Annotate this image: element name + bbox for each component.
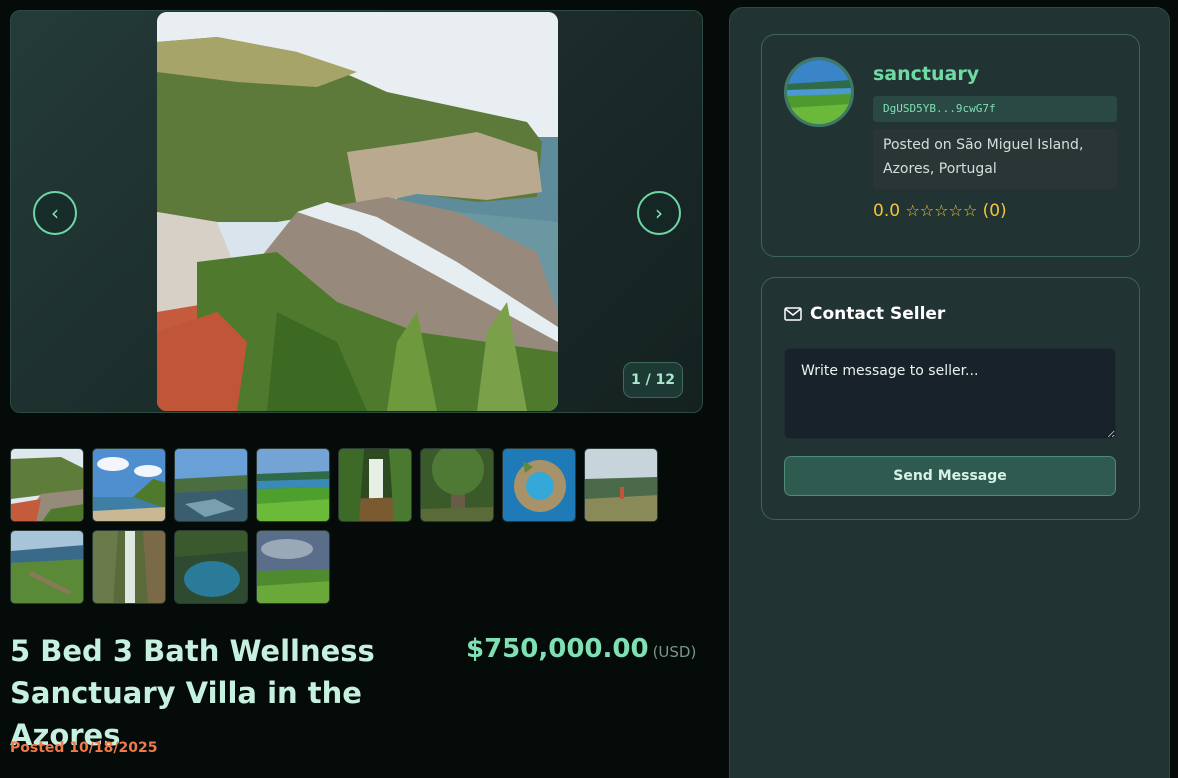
image-counter: 1 / 12 (623, 362, 683, 398)
contact-heading: Contact Seller (784, 304, 945, 324)
thumbnail-tide-pools-coast[interactable] (174, 448, 248, 522)
price-block: $750,000.00 (USD) (466, 634, 696, 664)
thumbnail-hiker-viewpoint[interactable] (584, 448, 658, 522)
seller-rating: 0.0 ☆☆☆☆☆ (0) (873, 201, 1007, 221)
previous-image-button[interactable]: ‹ (33, 191, 77, 235)
rating-stars-icon: ☆☆☆☆☆ (905, 201, 978, 220)
next-image-button[interactable]: › (637, 191, 681, 235)
thumbnail-green-coast-sky[interactable] (92, 448, 166, 522)
sidebar-panel: sanctuary DgUSD5YB...9cwG7f Posted on Sã… (729, 7, 1170, 778)
main-listing-photo[interactable] (157, 12, 558, 411)
seller-card: sanctuary DgUSD5YB...9cwG7f Posted on Sã… (761, 34, 1140, 257)
seller-avatar[interactable] (784, 57, 854, 127)
contact-seller-card: Contact Seller Send Message (761, 277, 1140, 520)
envelope-icon (784, 307, 802, 321)
image-carousel: ‹ › 1 / 12 (10, 10, 703, 413)
seller-name[interactable]: sanctuary (873, 63, 979, 85)
message-input[interactable] (784, 348, 1116, 439)
thumbnail-green-crater-lake[interactable] (256, 448, 330, 522)
rating-count: (0) (982, 201, 1007, 221)
posted-date: Posted 10/18/2025 (10, 740, 158, 756)
listing-title: 5 Bed 3 Bath Wellness Sanctuary Villa in… (10, 634, 375, 752)
thumbnail-islet-lagoon-aerial[interactable] (502, 448, 576, 522)
currency-label: (USD) (652, 643, 697, 661)
contact-title: Contact Seller (810, 304, 946, 324)
send-message-button[interactable]: Send Message (784, 456, 1116, 496)
thumbnail-canyon-waterfall[interactable] (92, 530, 166, 604)
listing-price: $750,000.00 (466, 634, 649, 664)
thumbnail-strip (10, 448, 670, 604)
thumbnail-coastal-farmland[interactable] (10, 530, 84, 604)
wallet-address[interactable]: DgUSD5YB...9cwG7f (873, 96, 1117, 122)
thumbnail-blue-lagoon-pool[interactable] (174, 530, 248, 604)
thumbnail-forest-waterfall[interactable] (338, 448, 412, 522)
thumbnail-giant-tree-forest[interactable] (420, 448, 494, 522)
thumbnail-green-field-clouds[interactable] (256, 530, 330, 604)
rating-value: 0.0 (873, 201, 901, 221)
seller-location: Posted on São Miguel Island, Azores, Por… (873, 129, 1117, 189)
thumbnail-coast-cliff-beach[interactable] (10, 448, 84, 522)
